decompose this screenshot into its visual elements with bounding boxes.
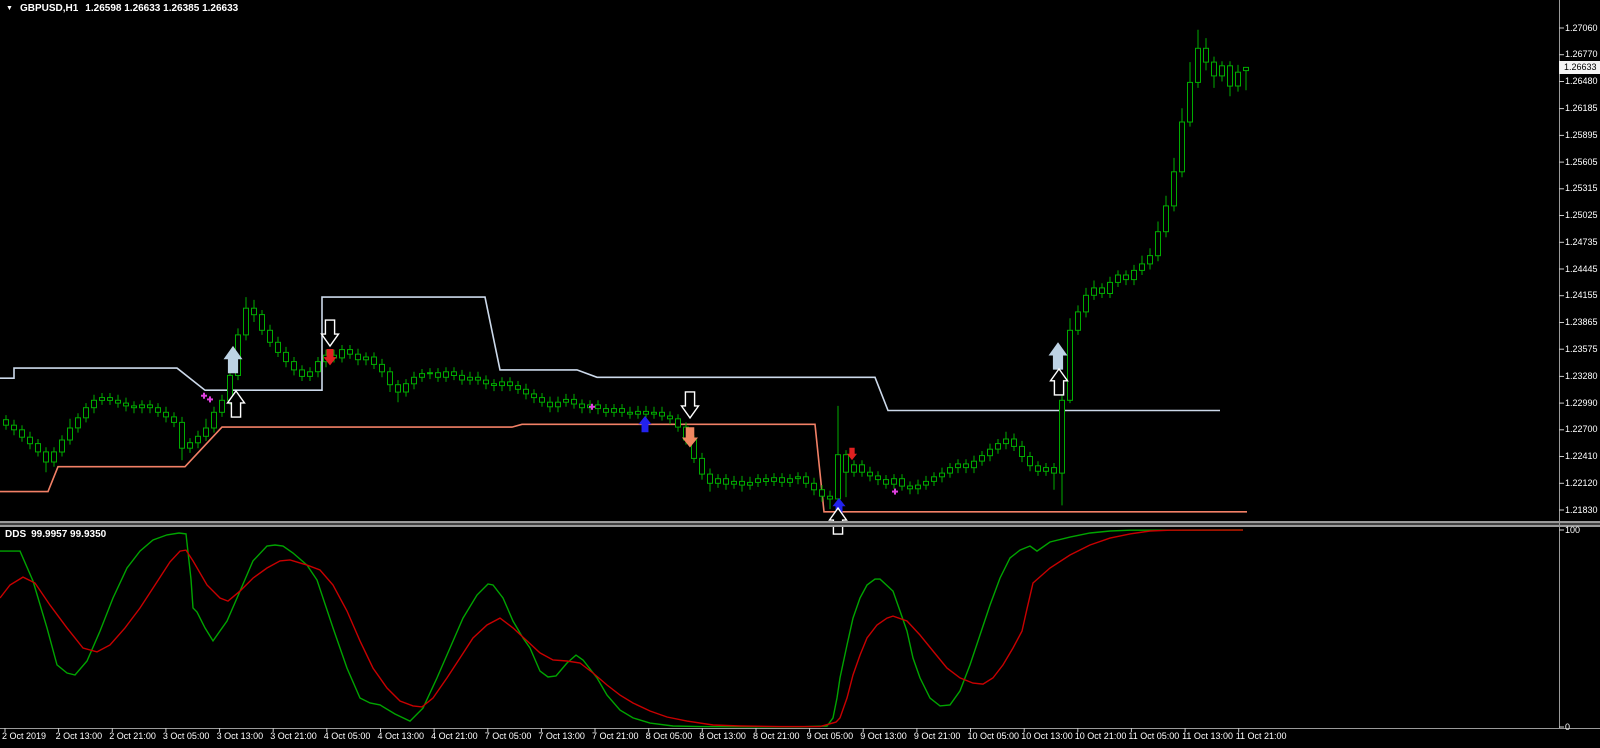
indicator-values: 99.9957 99.9350 [31, 529, 106, 540]
time-scale-drag-zone[interactable] [0, 729, 1600, 748]
current-price-box: 1.26633 [1559, 61, 1600, 74]
symbol-dropdown-icon[interactable]: ▼ [6, 4, 13, 14]
indicator-label: DDS 99.9957 99.9350 [5, 529, 111, 540]
chart-title-bar: ▼ GBPUSD,H1 1.26598 1.26633 1.26385 1.26… [6, 3, 238, 14]
ohlc-values-label: 1.26598 1.26633 1.26385 1.26633 [85, 3, 238, 14]
indicator-name: DDS [5, 529, 26, 540]
mt4-chart-window: ▼ GBPUSD,H1 1.26598 1.26633 1.26385 1.26… [0, 0, 1600, 748]
symbol-period-label: GBPUSD,H1 [20, 3, 78, 14]
price-scale-drag-zone[interactable] [1560, 0, 1600, 728]
window-splitter[interactable] [0, 521, 1600, 527]
chart-canvas[interactable] [0, 0, 1600, 748]
